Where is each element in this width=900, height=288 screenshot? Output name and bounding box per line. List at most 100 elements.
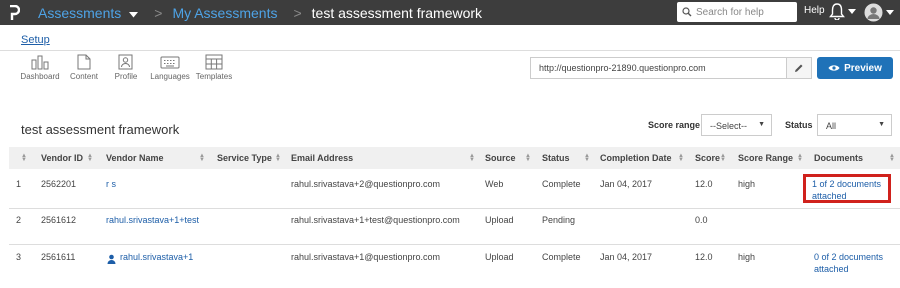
column-header-vendor-id[interactable]: Vendor ID	[41, 153, 83, 163]
score-range: high	[738, 179, 756, 189]
vendor-name-link[interactable]: r s	[106, 179, 116, 189]
column-header-score[interactable]: Score	[695, 153, 720, 163]
toolbar-profile[interactable]: Profile	[106, 54, 146, 81]
column-header-vendor-name[interactable]: Vendor Name	[106, 153, 164, 163]
sort-icon[interactable]: ▲ ▼	[889, 153, 895, 163]
score-range-label: Score range	[648, 120, 701, 130]
score: 12.0	[695, 252, 713, 262]
column-header-score-range[interactable]: Score Range	[738, 153, 793, 163]
chevron-down-icon: ▼	[758, 121, 765, 128]
score-range: high	[738, 252, 756, 262]
email-address: rahul.srivastava+2@questionpro.com	[291, 179, 440, 189]
sort-icon[interactable]: ▲ ▼	[87, 153, 93, 163]
help-search-input[interactable]: Search for help	[677, 2, 797, 22]
pencil-icon	[795, 64, 803, 72]
email-address: rahul.srivastava+1+test@questionpro.com	[291, 215, 460, 225]
sort-icon[interactable]: ▲ ▼	[678, 153, 684, 163]
column-header-service-type[interactable]: Service Type	[217, 153, 272, 163]
sort-icon[interactable]: ▲ ▼	[199, 153, 205, 163]
column-header-source[interactable]: Source	[485, 153, 516, 163]
completion-date: Jan 04, 2017	[600, 252, 653, 262]
user-avatar-button[interactable]	[864, 3, 894, 22]
toolbar-dashboard[interactable]: Dashboard	[20, 54, 60, 81]
app-menu-label[interactable]: Assessments	[38, 5, 121, 21]
sort-icon[interactable]: ▲ ▼	[469, 153, 475, 163]
toolbar-label: Profile	[114, 72, 138, 81]
preview-label: Preview	[844, 62, 882, 74]
bar-chart-icon	[31, 55, 49, 70]
setup-link[interactable]: Setup	[21, 34, 50, 46]
grid-icon	[205, 54, 223, 70]
status: Complete	[542, 179, 581, 189]
user-icon	[107, 251, 116, 269]
page-title: test assessment framework	[21, 122, 180, 137]
column-header-email-address[interactable]: Email Address	[291, 153, 353, 163]
status: Complete	[542, 252, 581, 262]
toolbar-label: Content	[69, 72, 99, 81]
table-row: 2 2561612 rahul.srivastava+1+test rahul.…	[9, 209, 900, 245]
sort-icon[interactable]: ▲ ▼	[584, 153, 590, 163]
table-header: ▲ ▼ Vendor ID ▲ ▼ Vendor Name ▲ ▼ Service T…	[9, 147, 900, 169]
app-menu-caret-icon[interactable]	[129, 5, 139, 21]
breadcrumb-separator-icon: >	[154, 4, 163, 21]
email-address: rahul.srivastava+1@questionpro.com	[291, 252, 440, 262]
profile-icon	[118, 54, 133, 70]
preview-button[interactable]: Preview	[817, 57, 893, 79]
row-index: 2	[16, 215, 22, 225]
documents-link-line1[interactable]: 0 of 2 documents	[814, 252, 883, 262]
column-header-documents[interactable]: Documents	[814, 153, 863, 163]
source: Upload	[485, 215, 514, 225]
help-link[interactable]: Help	[804, 5, 825, 16]
keyboard-icon	[160, 56, 180, 69]
setup-bar: Setup	[0, 25, 900, 51]
column-header-completion-date[interactable]: Completion Date	[600, 153, 672, 163]
toolbar-languages[interactable]: Languages	[150, 54, 190, 81]
row-index: 3	[16, 252, 22, 262]
status-value: All	[826, 121, 837, 131]
vendor-id: 2561612	[41, 215, 77, 225]
survey-url-field[interactable]: http://questionpro-21890.questionpro.com	[530, 57, 787, 79]
notifications-button[interactable]	[829, 3, 856, 20]
status-select[interactable]: All ▼	[817, 114, 892, 136]
breadcrumb-current-page: test assessment framework	[311, 4, 483, 21]
source: Upload	[485, 252, 514, 262]
breadcrumb-my-assessments[interactable]: My Assessments	[172, 5, 277, 21]
chevron-down-icon: ▼	[878, 121, 885, 128]
completion-date: Jan 04, 2017	[600, 179, 653, 189]
search-icon	[682, 7, 692, 17]
chevron-down-icon	[848, 9, 856, 14]
vendor-id: 2562201	[41, 179, 77, 189]
score-range-select[interactable]: --Select-- ▼	[701, 114, 772, 136]
sort-icon[interactable]: ▲ ▼	[525, 153, 531, 163]
toolbar-templates[interactable]: Templates	[194, 54, 234, 81]
sort-icon[interactable]: ▲ ▼	[720, 153, 726, 163]
source: Web	[485, 179, 504, 189]
toolbar-label: Languages	[150, 72, 190, 81]
search-placeholder: Search for help	[696, 6, 764, 18]
table-row: 1 2562201 r s rahul.srivastava+2@questio…	[9, 169, 900, 209]
toolbar-content[interactable]: Content	[64, 54, 104, 81]
questionpro-logo-icon[interactable]	[0, 0, 28, 25]
vendor-name-link[interactable]: rahul.srivastava+1+test	[106, 215, 199, 225]
vendor-name-link[interactable]: rahul.srivastava+1	[120, 252, 193, 262]
toolbar-label: Templates	[195, 72, 233, 81]
status-filter-label: Status	[785, 120, 813, 130]
bell-icon	[829, 3, 845, 20]
column-header-status[interactable]: Status	[542, 153, 570, 163]
toolbar-label: Dashboard	[20, 72, 60, 81]
breadcrumb: Assessments > My Assessments > test asse…	[28, 5, 482, 21]
avatar-icon	[864, 3, 883, 22]
edit-url-button[interactable]	[786, 57, 812, 79]
vendor-id: 2561611	[41, 252, 76, 262]
sort-icon[interactable]: ▲ ▼	[797, 153, 803, 163]
breadcrumb-separator-icon: >	[293, 4, 302, 21]
sort-icon[interactable]: ▲ ▼	[21, 153, 27, 163]
documents-highlight-box	[803, 174, 891, 203]
status: Pending	[542, 215, 576, 225]
eye-icon	[828, 65, 840, 71]
score-range-value: --Select--	[710, 121, 748, 131]
sort-icon[interactable]: ▲ ▼	[275, 153, 281, 163]
document-icon	[77, 54, 91, 70]
score: 12.0	[695, 179, 713, 189]
documents-link-line2[interactable]: attached	[814, 264, 849, 274]
